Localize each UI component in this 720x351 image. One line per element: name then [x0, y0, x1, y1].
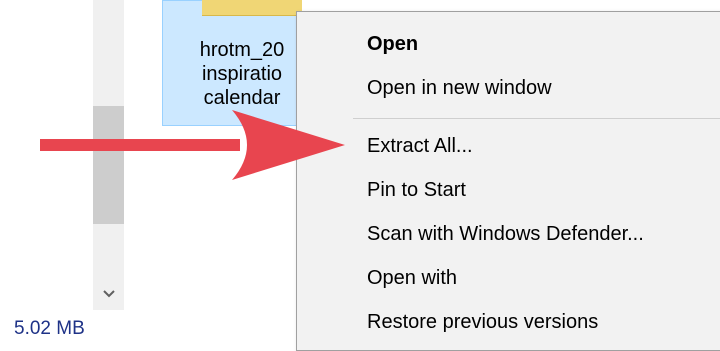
arrow-right-icon — [40, 110, 345, 180]
